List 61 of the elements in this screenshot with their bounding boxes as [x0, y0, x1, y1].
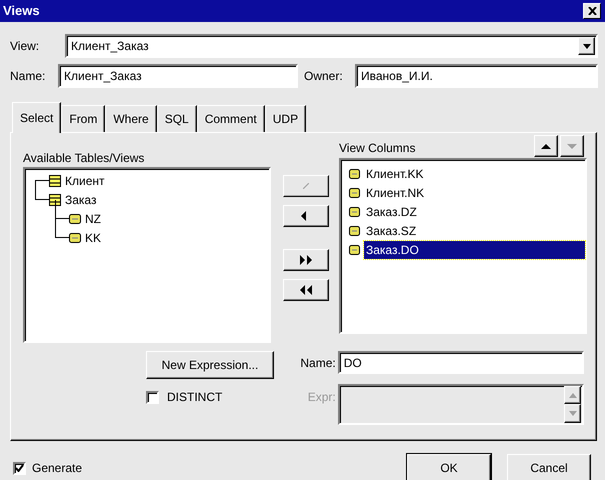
list-item[interactable]: Клиент.KK: [364, 164, 426, 182]
list-item[interactable]: Заказ.SZ: [364, 222, 418, 240]
dialog-button[interactable]: Cancel: [507, 454, 591, 480]
list-item[interactable]: Клиент.NK: [364, 184, 426, 202]
list-label: Available Tables/Views: [23, 150, 146, 167]
expression-field[interactable]: [338, 384, 584, 425]
list-label: View Columns: [339, 140, 416, 157]
move-button[interactable]: [283, 279, 329, 301]
dropdown-arrow-button[interactable]: [578, 37, 595, 55]
column-icon: [349, 226, 360, 236]
tab[interactable]: Select: [12, 102, 62, 133]
table-icon: [49, 174, 61, 186]
down-arrow-icon: [567, 142, 577, 150]
column-icon: [349, 244, 360, 254]
name-label: Name:: [10, 68, 46, 85]
name-label: Name:: [299, 354, 336, 372]
view-dropdown[interactable]: Клиент_Заказ: [65, 34, 598, 58]
tab[interactable]: From: [61, 105, 106, 132]
caret-icon: [582, 44, 590, 48]
expr-label: Expr:: [306, 389, 336, 406]
new-expression-button[interactable]: New Expression...: [146, 351, 274, 379]
checkbox-label: Generate: [32, 460, 84, 477]
columns-list[interactable]: Клиент.KK Клиент.NK Заказ.DZ Заказ.SZ Заказ.DO: [339, 158, 587, 334]
check-icon: [15, 464, 24, 472]
column-icon: [349, 168, 360, 178]
tab[interactable]: Comment: [196, 105, 265, 132]
tree-item[interactable]: Клиент: [65, 172, 104, 190]
dialog-button[interactable]: OK: [407, 454, 491, 480]
move-button[interactable]: [283, 205, 329, 227]
close-button[interactable]: [583, 3, 601, 19]
name-field[interactable]: Клиент_Заказ: [58, 64, 298, 88]
list-item[interactable]: Заказ.DZ: [364, 202, 419, 220]
down-arrow-icon: [568, 411, 576, 416]
checkbox[interactable]: [146, 390, 159, 404]
checkbox-label: DISTINCT: [167, 389, 222, 406]
column-icon: [69, 214, 81, 224]
tree-item[interactable]: Заказ: [65, 190, 96, 208]
order-button[interactable]: [534, 135, 558, 157]
tab[interactable]: SQL: [156, 105, 197, 132]
window-title: Views: [3, 2, 40, 20]
column-icon: [69, 232, 81, 242]
column-icon: [349, 188, 360, 198]
tab[interactable]: UDP: [264, 105, 306, 132]
tree-item[interactable]: KK: [85, 228, 102, 246]
up-arrow-icon: [541, 142, 551, 150]
move-button[interactable]: [283, 249, 329, 271]
column-name-field[interactable]: DO: [338, 351, 584, 374]
scroll-down-button[interactable]: [564, 404, 581, 423]
tab[interactable]: Where: [105, 105, 157, 132]
tables-tree[interactable]: Клиент Заказ NZ KK: [23, 167, 271, 343]
owner-field[interactable]: Иванов_И.И.: [355, 64, 598, 88]
owner-label: Owner:: [304, 68, 344, 85]
column-icon: [349, 206, 360, 216]
list-item[interactable]: Заказ.DO: [364, 240, 585, 258]
scroll-up-button[interactable]: [564, 386, 581, 404]
table-icon: [49, 194, 61, 206]
up-arrow-icon: [568, 392, 576, 398]
tree-item[interactable]: NZ: [85, 210, 101, 228]
checkbox[interactable]: [13, 462, 26, 474]
view-label: View:: [10, 38, 40, 55]
close-icon: [588, 7, 596, 15]
